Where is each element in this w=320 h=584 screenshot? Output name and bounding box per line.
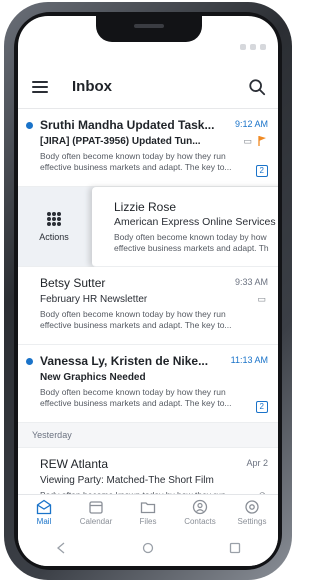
message-row[interactable]: Sruthi Mandha Updated Task... 9:12 AM [J…: [18, 109, 278, 187]
timestamp: 9:12 AM: [234, 119, 268, 129]
section-header-yesterday: Yesterday: [18, 423, 278, 448]
subject: [JIRA] (PPAT-3956) Updated Tun...: [40, 136, 201, 147]
nav-mail[interactable]: Mail: [18, 495, 70, 531]
unread-indicator: [26, 358, 33, 365]
nav-label: Calendar: [79, 517, 113, 526]
subject: New Graphics Needed: [40, 372, 146, 383]
back-icon: [57, 542, 65, 554]
nav-calendar[interactable]: Calendar: [70, 495, 122, 531]
actions-button[interactable]: Actions: [18, 187, 90, 266]
message-list[interactable]: Sruthi Mandha Updated Task... 9:12 AM [J…: [18, 108, 278, 501]
preview: Body often become known today by how eff…: [114, 232, 278, 254]
calendar-small-icon: ▭: [257, 294, 266, 304]
calendar-icon: [89, 501, 103, 514]
unread-indicator: [26, 122, 33, 129]
notch: [96, 16, 202, 42]
sender: Vanessa Ly, Kristen de Nike...: [40, 354, 209, 368]
back-button[interactable]: [53, 540, 69, 556]
preview: Body often become known today by how the…: [40, 309, 232, 330]
nav-label: Mail: [36, 517, 52, 526]
nav-files[interactable]: Files: [122, 495, 174, 531]
status-bar: [240, 44, 266, 50]
sender: REW Atlanta: [40, 457, 109, 471]
sender: Sruthi Mandha Updated Task...: [40, 118, 215, 132]
preview-line: effective business markets and adapt. Th: [114, 243, 269, 253]
preview-line: Body often become known today by how: [114, 232, 267, 242]
recents-button[interactable]: [227, 540, 243, 556]
message-row[interactable]: Vanessa Ly, Kristen de Nike... 11:13 AM …: [18, 345, 278, 423]
timestamp: 9:33 AM: [234, 277, 268, 287]
bottom-navigation: Mail Calendar Files Contacts Settings: [18, 494, 278, 531]
subject: American Express Online Services: [114, 216, 276, 228]
nav-contacts[interactable]: Contacts: [174, 495, 226, 531]
page-title: Inbox: [72, 78, 112, 95]
timestamp: Apr 2: [246, 458, 268, 468]
home-button[interactable]: [140, 540, 156, 556]
settings-icon: [245, 500, 259, 514]
sender: Betsy Sutter: [40, 276, 106, 290]
grid-icon: [47, 211, 61, 226]
contacts-icon: [192, 499, 208, 515]
preview: Body often become known today by how the…: [40, 151, 232, 172]
preview: Body often become known today by how the…: [40, 387, 232, 408]
swiped-message-card[interactable]: Lizzie Rose American Express Online Serv…: [92, 187, 278, 267]
recents-icon: [229, 542, 240, 554]
menu-icon[interactable]: [32, 81, 48, 93]
actions-label: Actions: [39, 231, 69, 242]
thread-count-badge: 2: [255, 401, 268, 413]
nav-label: Contacts: [184, 517, 216, 526]
message-row[interactable]: Betsy Sutter 9:33 AM February HR Newslet…: [18, 267, 278, 345]
swiped-message-row[interactable]: Actions Lizzie Rose American Express Onl…: [18, 187, 278, 267]
subject: February HR Newsletter: [40, 294, 148, 305]
home-icon: [142, 542, 154, 554]
sender: Lizzie Rose: [114, 200, 177, 214]
phone-screen: Inbox Sruthi Mandha Updated Task... 9:12…: [18, 16, 278, 566]
nav-settings[interactable]: Settings: [226, 495, 278, 531]
app-header: Inbox: [18, 66, 278, 110]
nav-label: Settings: [237, 517, 267, 526]
flag-icon: [258, 136, 266, 146]
timestamp: 11:13 AM: [230, 355, 268, 365]
system-navigation: [18, 530, 278, 566]
nav-label: Files: [139, 517, 157, 526]
folder-icon: [140, 502, 156, 514]
mail-icon: [36, 499, 52, 515]
search-icon[interactable]: [248, 78, 266, 96]
speaker: [134, 24, 164, 28]
calendar-small-icon: ▭: [243, 136, 252, 146]
thread-count-badge: 2: [255, 165, 268, 177]
subject: Viewing Party: Matched-The Short Film: [40, 475, 214, 486]
